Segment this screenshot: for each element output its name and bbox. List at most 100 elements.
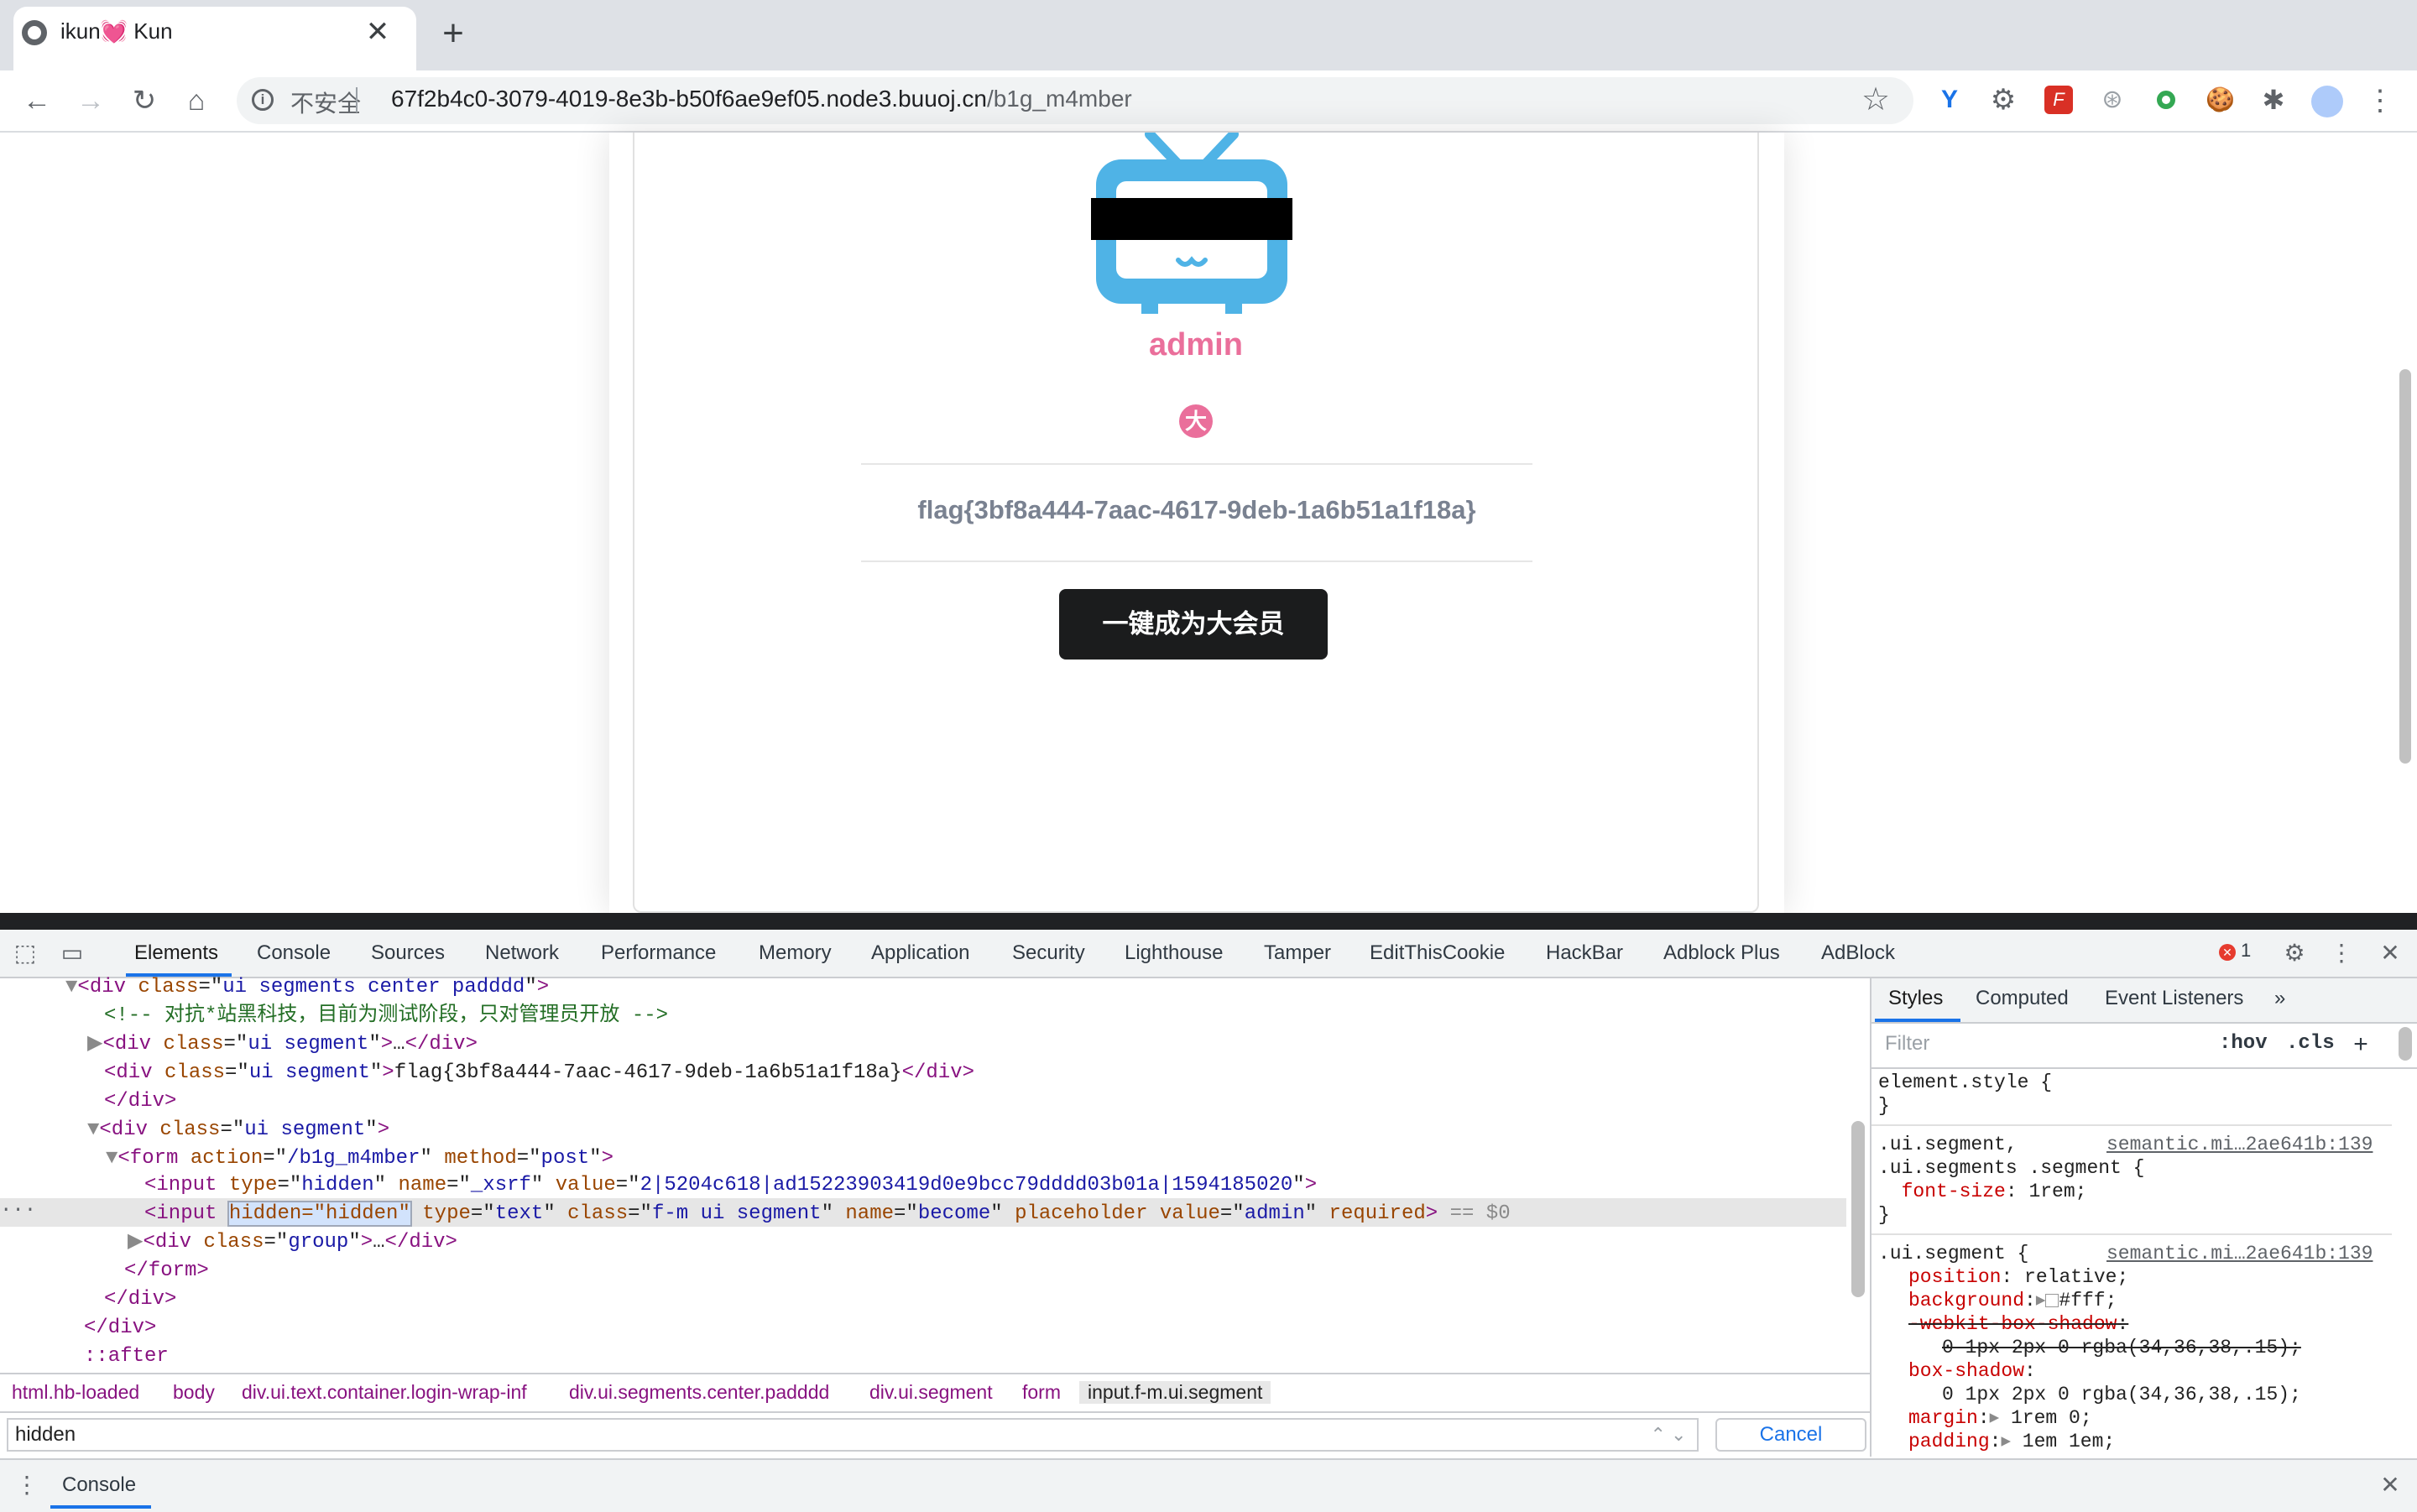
style-rule-segments[interactable]: .ui.segment, .ui.segments .segment { fon… [1878,1133,2144,1227]
dom-close-div[interactable]: </div> [84,1314,156,1343]
tab-editthiscookie[interactable]: EditThisCookie [1370,941,1505,965]
drawer-menu-icon[interactable]: ⋮ [12,1470,42,1500]
home-icon[interactable]: ⌂ [175,79,218,123]
breadcrumb-input[interactable]: input.f-m.ui.segment [1079,1381,1271,1404]
device-toolbar-icon[interactable]: ▭ [57,938,87,968]
declaration-box-shadow[interactable]: box-shadow: [1908,1359,2036,1383]
dom-comment[interactable]: <!-- 对抗*站黑科技，目前为测试阶段，只对管理员开放 --> [104,1002,668,1030]
breadcrumb-html[interactable]: html.hb-loaded [12,1381,139,1404]
profile-avatar[interactable] [2311,86,2343,117]
style-rule-segment[interactable]: .ui.segment { [1878,1242,2028,1265]
bookmark-star-icon[interactable]: ☆ [1861,81,1890,118]
attr-value: ui segments center padddd [222,976,525,998]
dom-pseudo-after[interactable]: ::after [84,1343,169,1371]
inspect-element-icon[interactable]: ⬚ [10,938,40,968]
property-name[interactable]: font-size [1902,1181,2006,1202]
find-prev-next-icons[interactable]: ⌃ ⌄ [1638,1418,1699,1452]
breadcrumb-segment[interactable]: div.ui.segment [869,1381,993,1404]
reload-icon[interactable]: ↻ [123,79,166,123]
insecure-label[interactable]: 不安全 [290,86,361,119]
property-value[interactable]: 1rem; [2028,1181,2086,1202]
rule-source-link[interactable]: semantic.mi…2ae641b:139 [2106,1242,2373,1265]
become-vip-button[interactable]: 一键成为大会员 [1059,589,1328,660]
extension-f-icon[interactable]: F [2044,86,2073,114]
breadcrumb-body[interactable]: body [173,1381,215,1404]
devtools-menu-icon[interactable]: ⋮ [2326,938,2357,968]
more-tabs-icon[interactable]: » [2274,987,2285,1010]
styles-filter-input[interactable]: Filter [1885,1032,1929,1056]
declaration-padding[interactable]: padding:▸ 1em 1em; [1908,1430,2115,1453]
dom-node-group[interactable]: ▶<div class="group">…</div> [128,1228,457,1257]
declaration-margin[interactable]: margin:▸ 1rem 0; [1908,1406,2092,1430]
tab-event-listeners[interactable]: Event Listeners [2105,987,2243,1010]
tab-console[interactable]: Console [257,941,331,965]
tab-elements[interactable]: Elements [134,941,218,965]
hidden-attribute[interactable]: hidden="hidden" [227,1201,412,1227]
tab-computed[interactable]: Computed [1976,987,2069,1010]
menu-kebab-icon[interactable]: ⋮ [2358,79,2402,123]
url-text[interactable]: 67f2b4c0-3079-4019-8e3b-b50f6ae9ef05.nod… [391,86,1132,112]
declaration-webkit-box-shadow-value[interactable]: 0 1px 2px 0 rgba(34,36,38,.15); [1942,1336,2301,1359]
extension-gear-icon[interactable]: ⚙ [1989,86,2018,114]
dom-node-form[interactable]: ▼<form action="/b1g_m4mber" method="post… [106,1144,613,1173]
dom-node-become-input[interactable]: <input hidden="hidden" type="text" class… [144,1200,1511,1228]
extension-cookie-icon[interactable]: 🍪 [2206,86,2235,114]
dom-node-flag-segment[interactable]: <div class="ui segment">flag{3bf8a444-7a… [104,1059,974,1087]
breadcrumb-segments[interactable]: div.ui.segments.center.padddd [569,1381,829,1404]
dom-close-div[interactable]: </div> [104,1285,176,1314]
extension-hackbar-icon[interactable]: ⊛ [2098,86,2127,114]
elements-scrollbar-thumb[interactable] [1851,1121,1865,1297]
tab-lighthouse[interactable]: Lighthouse [1125,941,1223,965]
tab-adblock-plus[interactable]: Adblock Plus [1663,941,1780,965]
info-icon[interactable]: i [252,89,274,111]
devtools-top-border [0,913,2417,930]
tab-styles[interactable]: Styles [1888,987,1943,1010]
new-tab-button[interactable]: + [436,15,470,52]
close-drawer-icon[interactable]: ✕ [2375,1470,2405,1500]
rule-divider [1871,1124,2392,1126]
drawer-tab-console[interactable]: Console [62,1473,136,1497]
find-input[interactable]: hidden [7,1418,1699,1452]
dom-node-segment-collapsed[interactable]: ▶<div class="ui segment">…</div> [87,1030,478,1059]
close-devtools-icon[interactable]: ✕ [2375,938,2405,968]
tab-close-icon[interactable]: ✕ [361,15,394,49]
breadcrumb-container[interactable]: div.ui.text.container.login-wrap-inf [242,1381,527,1404]
back-icon[interactable]: ← [15,79,59,123]
forward-icon[interactable]: → [69,79,112,123]
tab-network[interactable]: Network [485,941,559,965]
tab-hackbar[interactable]: HackBar [1546,941,1623,965]
flag-text-node: flag{3bf8a444-7aac-4617-9deb-1a6b51a1f18… [394,1061,902,1084]
dom-node-segments[interactable]: ▼<div class="ui segments center padddd"> [65,973,549,1002]
new-style-rule-icon[interactable]: + [2353,1032,2368,1061]
tab-memory[interactable]: Memory [759,941,832,965]
tab-sources[interactable]: Sources [371,941,445,965]
declaration-webkit-box-shadow[interactable]: -webkit-box-shadow: [1908,1312,2128,1336]
hov-toggle[interactable]: :hov [2219,1032,2268,1055]
element-style-rule[interactable]: element.style { } [1878,1071,2052,1118]
tab-security[interactable]: Security [1012,941,1085,965]
tab-adblock[interactable]: AdBlock [1821,941,1895,965]
find-cancel-button[interactable]: Cancel [1715,1418,1866,1452]
settings-gear-icon[interactable]: ⚙ [2279,938,2310,968]
declaration-box-shadow-value[interactable]: 0 1px 2px 0 rgba(34,36,38,.15); [1942,1383,2301,1406]
tab-application[interactable]: Application [871,941,969,965]
declaration-position[interactable]: position: relative; [1908,1265,2128,1289]
extension-y-icon[interactable]: Y [1935,86,1964,114]
styles-scrollbar-thumb[interactable] [2399,1027,2412,1061]
rule-source-link[interactable]: semantic.mi…2ae641b:139 [2106,1133,2373,1156]
cls-toggle[interactable]: .cls [2286,1032,2335,1055]
page-scrollbar-thumb[interactable] [2399,369,2411,764]
dom-node-xsrf-input[interactable]: <input type="hidden" name="_xsrf" value=… [144,1171,1317,1200]
node-actions-dots[interactable]: ··· [0,1198,36,1223]
dom-close-form[interactable]: </form> [124,1257,209,1285]
extensions-puzzle-icon[interactable]: ✱ [2259,86,2288,114]
extension-ring-icon[interactable] [2152,86,2180,114]
color-swatch[interactable] [2045,1293,2059,1307]
tab-performance[interactable]: Performance [601,941,716,965]
declaration-background[interactable]: background:▸ #fff; [1908,1289,2117,1312]
tab-tamper[interactable]: Tamper [1264,941,1331,965]
breadcrumb-form[interactable]: form [1022,1381,1061,1404]
dom-node-form-segment[interactable]: ▼<div class="ui segment"> [87,1116,389,1144]
dom-close-div[interactable]: </div> [104,1087,176,1116]
error-count-badge[interactable]: ✕ 1 [2219,940,2251,962]
